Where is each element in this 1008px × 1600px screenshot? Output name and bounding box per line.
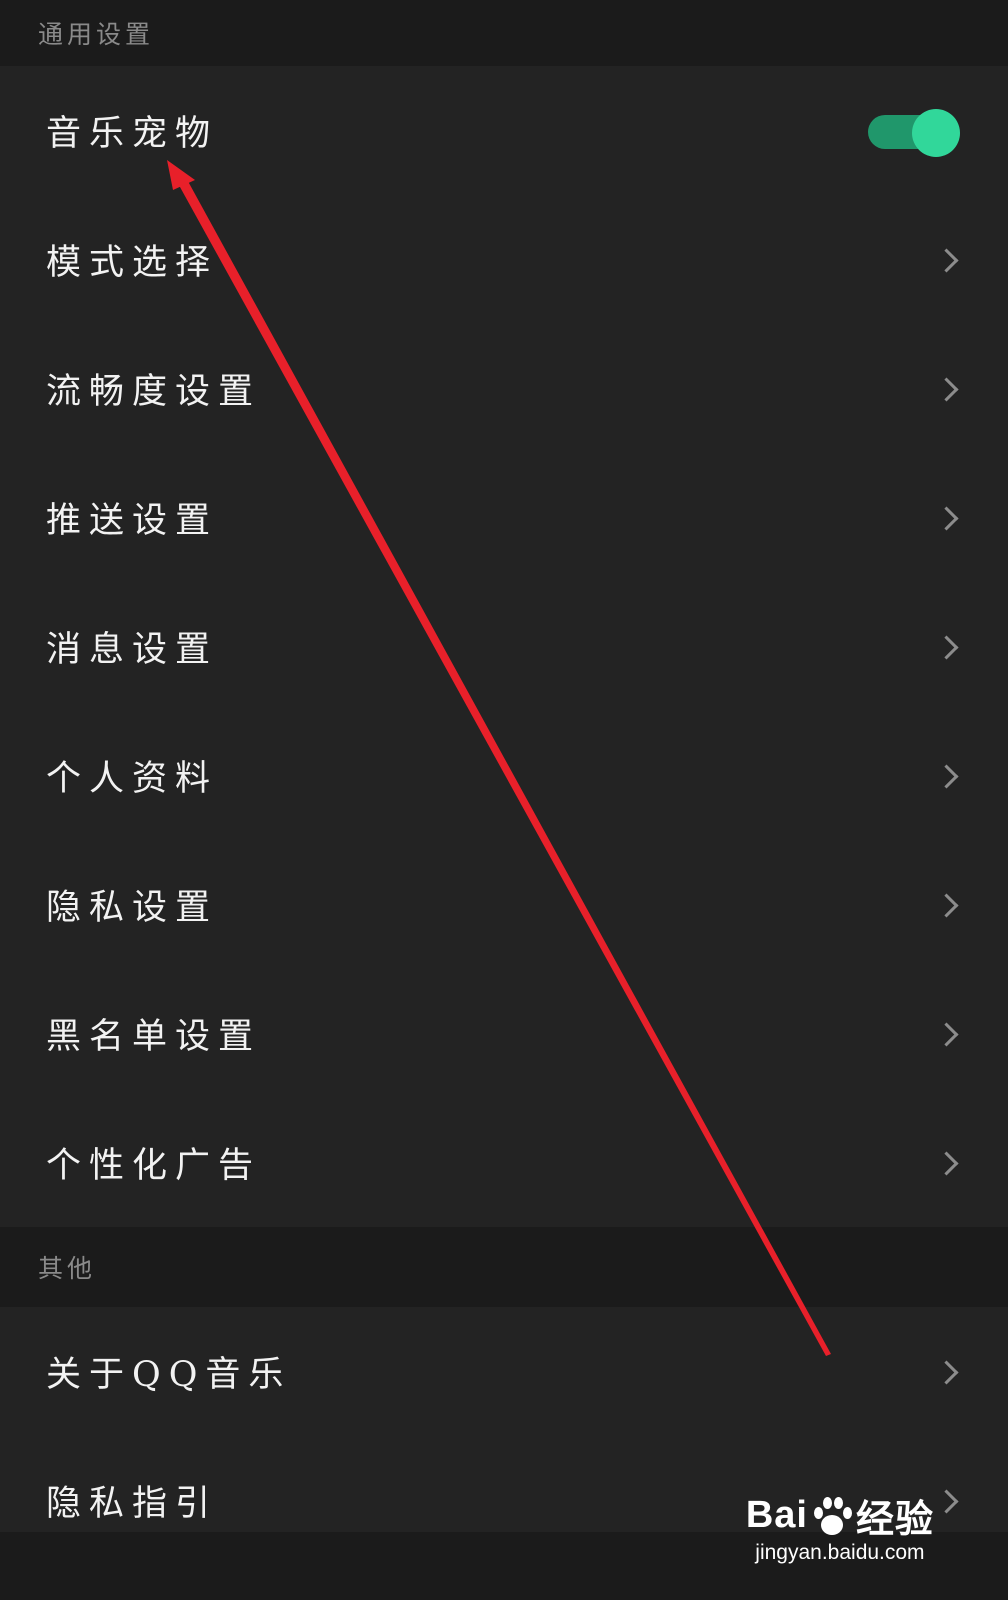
setting-row-about[interactable]: 关于QQ音乐 — [0, 1307, 1008, 1436]
watermark-logo-text-2: 经验 — [855, 1499, 934, 1541]
setting-label: 消息设置 — [46, 630, 219, 670]
setting-label: 推送设置 — [46, 501, 219, 541]
setting-label: 黑名单设置 — [46, 1017, 262, 1057]
setting-label: 个人资料 — [46, 759, 219, 799]
setting-label: 模式选择 — [46, 243, 219, 283]
settings-screen: 通用设置 音乐宠物 模式选择 流畅度设置 推送设置 消息设置 个人资料 隐私设置… — [0, 0, 1008, 1600]
setting-label: 隐私指引 — [46, 1484, 219, 1524]
chevron-right-icon — [938, 894, 960, 916]
section-title-general: 通用设置 — [38, 20, 155, 49]
music-pet-toggle[interactable] — [868, 108, 960, 157]
watermark-logo: Bai 经验 — [746, 1488, 934, 1543]
section-header-other: 其他 — [0, 1227, 1008, 1307]
watermark-url: jingyan.baidu.com — [755, 1541, 925, 1564]
setting-row-profile[interactable]: 个人资料 — [0, 711, 1008, 840]
setting-label: 关于QQ音乐 — [46, 1355, 292, 1395]
chevron-right-icon — [938, 765, 960, 787]
general-settings-list: 音乐宠物 模式选择 流畅度设置 推送设置 消息设置 个人资料 隐私设置 黑名单设… — [0, 66, 1008, 1227]
chevron-right-icon — [938, 1152, 960, 1174]
setting-row-push[interactable]: 推送设置 — [0, 453, 1008, 582]
setting-row-messages[interactable]: 消息设置 — [0, 582, 1008, 711]
chevron-right-icon — [938, 1490, 960, 1512]
setting-row-music-pet[interactable]: 音乐宠物 — [0, 66, 1008, 195]
setting-label: 隐私设置 — [46, 888, 219, 928]
setting-label: 个性化广告 — [46, 1146, 262, 1186]
setting-row-blacklist[interactable]: 黑名单设置 — [0, 969, 1008, 1098]
chevron-right-icon — [938, 249, 960, 271]
chevron-right-icon — [938, 1023, 960, 1045]
setting-label: 流畅度设置 — [46, 372, 262, 412]
chevron-right-icon — [938, 636, 960, 658]
section-title-other: 其他 — [38, 1254, 97, 1283]
setting-row-privacy[interactable]: 隐私设置 — [0, 840, 1008, 969]
chevron-right-icon — [938, 507, 960, 529]
setting-label: 音乐宠物 — [46, 114, 219, 154]
watermark-logo-text: Bai — [745, 1494, 808, 1536]
chevron-right-icon — [938, 1361, 960, 1383]
section-header-general: 通用设置 — [0, 0, 1008, 66]
setting-row-personalized-ads[interactable]: 个性化广告 — [0, 1098, 1008, 1227]
paw-icon — [810, 1495, 854, 1537]
setting-row-mode-select[interactable]: 模式选择 — [0, 195, 1008, 324]
chevron-right-icon — [938, 378, 960, 400]
baidu-jingyan-watermark: Bai 经验 jingyan.baidu.com — [746, 1488, 934, 1565]
setting-row-smoothness[interactable]: 流畅度设置 — [0, 324, 1008, 453]
toggle-knob — [912, 108, 960, 157]
